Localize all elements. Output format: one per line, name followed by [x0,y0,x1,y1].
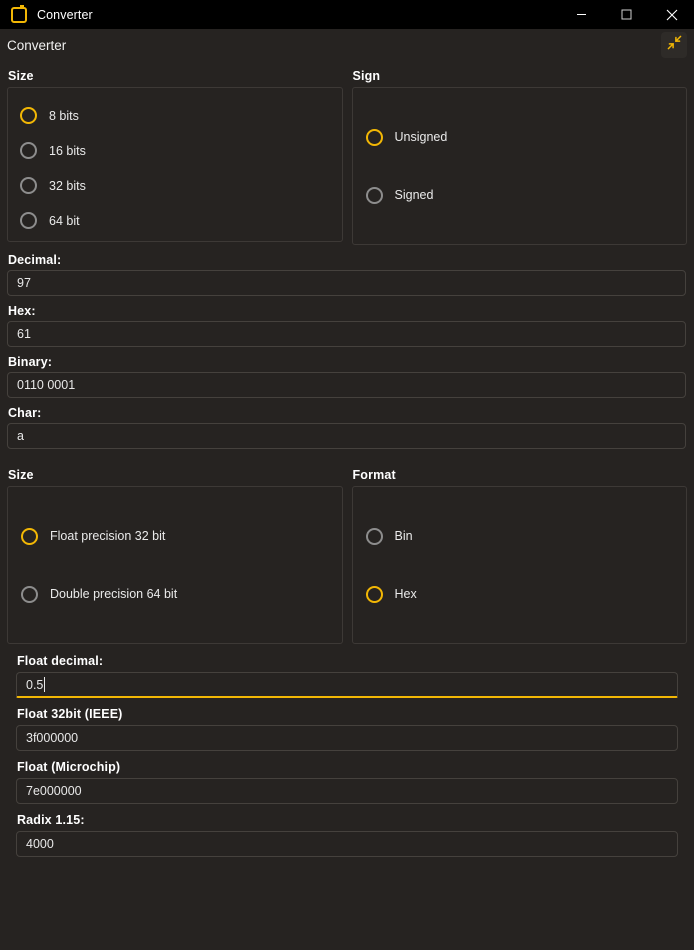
app-header: Converter [0,29,694,62]
radio-indicator-icon [365,527,383,545]
hex-input[interactable]: 61 [7,321,686,347]
radio-indicator-icon [21,527,38,545]
collapse-button[interactable] [661,32,687,58]
integer-options-row: Size 8 bits 16 bits 32 bits 64 bit Sign … [0,62,694,245]
radio-indicator-icon [20,212,37,229]
radio-indicator-icon [365,128,383,146]
radio-format-hex[interactable]: Hex [353,565,687,623]
radio-label: 32 bits [49,178,86,193]
window-title: Converter [37,7,93,22]
minimize-icon [576,9,587,20]
float-microchip-input[interactable]: 7e000000 [16,778,678,804]
radio-16-bits[interactable]: 16 bits [8,133,342,168]
radio-indicator-icon [20,107,37,124]
radio-64-bit[interactable]: 64 bit [8,203,342,238]
radio-indicator-icon [20,177,37,194]
integer-sign-column: Sign Unsigned Signed [351,62,687,245]
maximize-button[interactable] [604,0,649,29]
radio-indicator-icon [20,142,37,159]
radio-label: Bin [394,529,413,543]
radio-label: 16 bits [49,143,86,158]
float-format-label: Format [352,468,396,482]
radio-8-bits[interactable]: 8 bits [8,98,342,133]
window-titlebar: Converter [0,0,694,29]
maximize-icon [621,9,632,20]
radio-indicator-icon [365,585,383,603]
float-options-row: Size Float precision 32 bit Double preci… [0,461,694,644]
binary-label: Binary: [8,355,53,369]
converter-body: Size 8 bits 16 bits 32 bits 64 bit Sign … [0,62,694,857]
float-fields: Float decimal: 0.5 Float 32bit (IEEE) 3f… [0,654,694,857]
decimal-input[interactable]: 97 [7,270,686,296]
text-caret [44,677,46,692]
radio-label: Unsigned [394,130,448,144]
float-32bit-ieee-input[interactable]: 3f000000 [16,725,678,751]
close-button[interactable] [649,0,694,29]
radio-32-bits[interactable]: 32 bits [8,168,342,203]
radio-format-bin[interactable]: Bin [353,507,687,565]
char-input[interactable]: a [7,423,686,449]
binary-input[interactable]: 0110 0001 [7,372,686,398]
radio-label: Signed [394,188,434,202]
radio-indicator-icon [365,186,383,204]
page-title: Converter [7,38,67,53]
float-microchip-label: Float (Microchip) [17,760,121,774]
float-decimal-label: Float decimal: [17,654,104,668]
window-icon [11,4,27,23]
radio-label: Float precision 32 bit [50,529,166,543]
float-size-group: Float precision 32 bit Double precision … [7,486,343,644]
radix-1-15-label: Radix 1.15: [17,813,85,827]
radio-float-precision-32[interactable]: Float precision 32 bit [8,507,342,565]
decimal-label: Decimal: [8,253,62,267]
float-32bit-ieee-label: Float 32bit (IEEE) [17,707,123,721]
radio-label: 8 bits [49,108,79,123]
radio-signed[interactable]: Signed [353,166,687,224]
float-format-group: Bin Hex [351,486,687,644]
float-decimal-value: 0.5 [26,677,44,692]
integer-sign-group: Unsigned Signed [351,87,687,245]
char-label: Char: [8,406,42,420]
integer-size-label: Size [8,69,34,83]
close-icon [666,9,678,21]
integer-sign-label: Sign [352,69,381,83]
hex-label: Hex: [8,304,36,318]
integer-size-group: 8 bits 16 bits 32 bits 64 bit [7,87,343,242]
minimize-button[interactable] [559,0,604,29]
radio-label: 64 bit [49,213,80,228]
float-decimal-input[interactable]: 0.5 [16,672,678,698]
float-format-column: Format Bin Hex [351,461,687,644]
radio-unsigned[interactable]: Unsigned [353,108,687,166]
radix-1-15-input[interactable]: 4000 [16,831,678,857]
radio-label: Double precision 64 bit [50,587,178,601]
window-controls [559,0,694,29]
collapse-arrows-icon [667,35,682,55]
float-size-label: Size [8,468,34,482]
radio-double-precision-64[interactable]: Double precision 64 bit [8,565,342,623]
radio-label: Hex [394,587,417,601]
float-size-column: Size Float precision 32 bit Double preci… [7,461,343,644]
radio-indicator-icon [21,585,38,603]
integer-fields: Decimal: 97 Hex: 61 Binary: 0110 0001 Ch… [0,253,694,449]
integer-size-column: Size 8 bits 16 bits 32 bits 64 bit [7,62,343,245]
